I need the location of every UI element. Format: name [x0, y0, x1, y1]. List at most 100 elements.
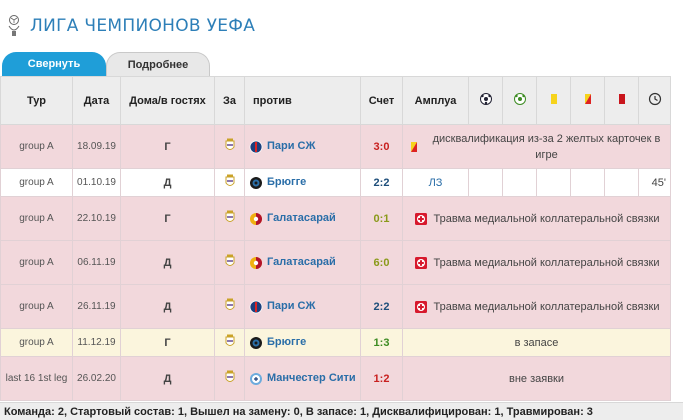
minutes-cell: 45': [638, 168, 671, 197]
opponent-link[interactable]: Брюгге: [267, 336, 306, 349]
table-row[interactable]: group A 26.11.19 Д Пари СЖ 2:2 Травма ме…: [0, 284, 671, 329]
col-assists[interactable]: [502, 76, 537, 125]
score-link[interactable]: 3:0: [374, 141, 390, 153]
note-text: вне заявки: [508, 372, 564, 385]
note-cell: Травма медиальной коллатеральной связки: [402, 284, 671, 329]
yellow-red-card-icon: [584, 94, 591, 104]
yellow-red-cell: [570, 168, 605, 197]
round-cell: group A: [0, 124, 73, 169]
col-minutes[interactable]: [638, 76, 671, 125]
opponent-link[interactable]: Галатасарай: [267, 256, 336, 269]
score-link[interactable]: 6:0: [374, 257, 390, 269]
matches-table: Тур Дата Дома/в гостях За против Счет Ам…: [0, 76, 671, 401]
col-home-away[interactable]: Дома/в гостях: [120, 76, 215, 125]
score-link[interactable]: 0:1: [374, 213, 390, 225]
note-cell: Травма медиальной коллатеральной связки: [402, 240, 671, 285]
position-cell: ЛЗ: [402, 168, 469, 197]
tab-collapse[interactable]: Свернуть: [2, 52, 106, 76]
red-cell: [604, 168, 639, 197]
goals-cell: [468, 168, 503, 197]
note-text: Травма медиальной коллатеральной связки: [433, 212, 660, 225]
opponent-link[interactable]: Манчестер Сити: [267, 372, 356, 385]
for-cell: [214, 196, 245, 241]
real-madrid-crest-icon: [225, 370, 234, 382]
score-cell[interactable]: 2:2: [360, 284, 403, 329]
score-cell[interactable]: 1:2: [360, 356, 403, 401]
note-cell: вне заявки: [402, 356, 671, 401]
col-round[interactable]: Тур: [0, 76, 73, 125]
date-cell: 01.10.19: [72, 168, 121, 197]
col-for[interactable]: За: [214, 76, 245, 125]
note-text: дисквалификация из-за 2 желтых карточек …: [432, 132, 661, 161]
score-link[interactable]: 2:2: [374, 301, 390, 313]
opponent-link[interactable]: Пари СЖ: [267, 140, 315, 153]
score-link[interactable]: 1:2: [374, 373, 390, 385]
col-position[interactable]: Амплуа: [402, 76, 469, 125]
against-cell[interactable]: Брюгге: [244, 168, 361, 197]
home-away-cell: Г: [120, 328, 215, 357]
date-cell: 26.11.19: [72, 284, 121, 329]
home-away-cell: Д: [120, 168, 215, 197]
score-cell[interactable]: 6:0: [360, 240, 403, 285]
real-madrid-crest-icon: [225, 254, 234, 266]
minutes-value: 45': [651, 176, 666, 189]
note-cell: в запасе: [402, 328, 671, 357]
score-cell[interactable]: 2:2: [360, 168, 403, 197]
against-cell[interactable]: Пари СЖ: [244, 124, 361, 169]
champions-league-logo-icon: [8, 15, 20, 36]
for-cell: [214, 284, 245, 329]
real-madrid-crest-icon: [225, 334, 234, 346]
tab-details[interactable]: Подробнее: [106, 52, 210, 76]
opponent-link[interactable]: Брюгге: [267, 176, 306, 189]
home-away-cell: Г: [120, 196, 215, 241]
table-row[interactable]: last 16 1st leg 26.02.20 Д Манчестер Сит…: [0, 356, 671, 401]
view-tabs: Свернуть Подробнее: [0, 52, 683, 76]
table-header-row: Тур Дата Дома/в гостях За против Счет Ам…: [0, 76, 671, 125]
table-row[interactable]: group A 01.10.19 Д Брюгге 2:2 ЛЗ 45': [0, 168, 671, 197]
col-against[interactable]: против: [244, 76, 361, 125]
for-cell: [214, 124, 245, 169]
home-away-cell: Д: [120, 240, 215, 285]
real-madrid-crest-icon: [225, 210, 234, 222]
table-row[interactable]: group A 11.12.19 Г Брюгге 1:3 в запасе: [0, 328, 671, 357]
score-cell[interactable]: 1:3: [360, 328, 403, 357]
score-cell[interactable]: 3:0: [360, 124, 403, 169]
galatasaray-crest-icon: [250, 212, 262, 225]
col-date[interactable]: Дата: [72, 76, 121, 125]
score-link[interactable]: 1:3: [374, 337, 390, 349]
table-row[interactable]: group A 06.11.19 Д Галатасарай 6:0 Травм…: [0, 240, 671, 285]
for-cell: [214, 328, 245, 357]
against-cell[interactable]: Галатасарай: [244, 196, 361, 241]
yellow-cell: [536, 168, 571, 197]
brugge-crest-icon: [250, 176, 262, 189]
col-yellow[interactable]: [536, 76, 571, 125]
score-cell[interactable]: 0:1: [360, 196, 403, 241]
round-cell: group A: [0, 168, 73, 197]
yellow-red-card-icon: [411, 141, 417, 152]
brugge-crest-icon: [250, 336, 262, 349]
goal-ball-icon: [479, 93, 492, 105]
col-red[interactable]: [604, 76, 639, 125]
col-score[interactable]: Счет: [360, 76, 403, 125]
against-cell[interactable]: Манчестер Сити: [244, 356, 361, 401]
galatasaray-crest-icon: [250, 256, 262, 269]
table-row[interactable]: group A 18.09.19 Г Пари СЖ 3:0 дисквалиф…: [0, 124, 671, 169]
opponent-link[interactable]: Пари СЖ: [267, 300, 315, 313]
opponent-link[interactable]: Галатасарай: [267, 212, 336, 225]
against-cell[interactable]: Пари СЖ: [244, 284, 361, 329]
injury-icon: [414, 256, 427, 269]
clock-icon: [648, 92, 661, 106]
col-yellow-red[interactable]: [570, 76, 605, 125]
injury-icon: [414, 212, 427, 225]
round-cell: group A: [0, 196, 73, 241]
against-cell[interactable]: Галатасарай: [244, 240, 361, 285]
round-cell: group A: [0, 284, 73, 329]
col-goals[interactable]: [468, 76, 503, 125]
home-away-cell: Г: [120, 124, 215, 169]
score-link[interactable]: 2:2: [374, 177, 390, 189]
section-title: ЛИГА ЧЕМПИОНОВ УЕФА: [30, 16, 256, 36]
table-row[interactable]: group A 22.10.19 Г Галатасарай 0:1 Травм…: [0, 196, 671, 241]
date-cell: 18.09.19: [72, 124, 121, 169]
against-cell[interactable]: Брюгге: [244, 328, 361, 357]
real-madrid-crest-icon: [225, 138, 234, 150]
